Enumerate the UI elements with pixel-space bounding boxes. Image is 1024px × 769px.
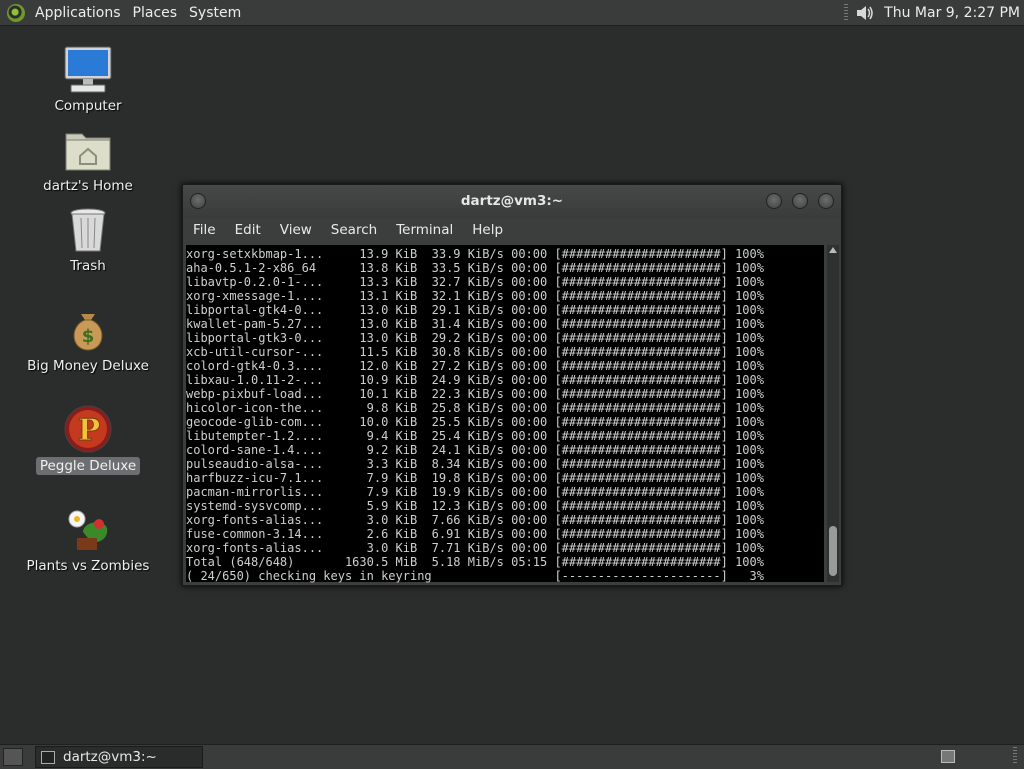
- taskbar-label: dartz@vm3:~: [63, 749, 157, 765]
- bottom-panel: dartz@vm3:~: [0, 744, 1024, 769]
- menu-search[interactable]: Search: [321, 222, 386, 238]
- menu-places[interactable]: Places: [129, 5, 186, 21]
- minimize-button[interactable]: [766, 193, 782, 209]
- terminal-scrollbar[interactable]: [827, 245, 839, 582]
- close-button[interactable]: [818, 193, 834, 209]
- trash-icon: [63, 204, 113, 254]
- terminal-output[interactable]: xorg-setxkbmap-1... 13.9 KiB 33.9 KiB/s …: [186, 245, 824, 583]
- home-folder-icon: [63, 124, 113, 174]
- terminal-line: libportal-gtk3-0... 13.0 KiB 29.2 KiB/s …: [186, 331, 764, 345]
- desktop-label-trash: Trash: [70, 258, 106, 274]
- scrollbar-thumb[interactable]: [829, 526, 837, 576]
- terminal-line: colord-sane-1.4.... 9.2 KiB 24.1 KiB/s 0…: [186, 443, 764, 457]
- terminal-line: hicolor-icon-the... 9.8 KiB 25.8 KiB/s 0…: [186, 401, 764, 415]
- desktop-label-peggle: Peggle Deluxe: [35, 457, 141, 475]
- panel-grip: [1013, 747, 1017, 765]
- clock[interactable]: Thu Mar 9, 2:27 PM: [884, 5, 1020, 21]
- terminal-line: harfbuzz-icu-7.1... 7.9 KiB 19.8 KiB/s 0…: [186, 471, 764, 485]
- menu-file[interactable]: File: [183, 222, 225, 238]
- terminal-line: fuse-common-3.14... 2.6 KiB 6.91 KiB/s 0…: [186, 527, 764, 541]
- menu-applications[interactable]: Applications: [31, 5, 129, 21]
- volume-icon[interactable]: [854, 3, 876, 23]
- menu-edit[interactable]: Edit: [225, 222, 270, 238]
- menu-help[interactable]: Help: [462, 222, 512, 238]
- gnome-foot-icon[interactable]: [7, 3, 25, 22]
- terminal-icon: [41, 750, 55, 764]
- svg-text:$: $: [82, 326, 95, 347]
- desktop-icon-peggle[interactable]: P Peggle Deluxe: [18, 404, 158, 475]
- terminal-menubar: File Edit View Search Terminal Help: [183, 217, 841, 243]
- desktop-icon-pvz[interactable]: Plants vs Zombies: [18, 504, 158, 575]
- panel-grip: [844, 3, 849, 22]
- terminal-line: libavtp-0.2.0-1-... 13.3 KiB 32.7 KiB/s …: [186, 275, 764, 289]
- terminal-line: xcb-util-cursor-... 11.5 KiB 30.8 KiB/s …: [186, 345, 764, 359]
- terminal-line: aha-0.5.1-2-x86_64 13.8 KiB 33.5 KiB/s 0…: [186, 261, 764, 275]
- desktop-icon-home[interactable]: dartz's Home: [18, 124, 158, 195]
- menu-terminal[interactable]: Terminal: [386, 222, 462, 238]
- top-panel: Applications Places System Thu Mar 9, 2:…: [0, 0, 1024, 26]
- terminal-line: pacman-mirrorlis... 7.9 KiB 19.9 KiB/s 0…: [186, 485, 764, 499]
- maximize-button[interactable]: [792, 193, 808, 209]
- menu-view[interactable]: View: [270, 222, 321, 238]
- scroll-up-arrow-icon[interactable]: [829, 247, 837, 253]
- desktop-label-big-money: Big Money Deluxe: [27, 358, 149, 374]
- terminal-line: xorg-setxkbmap-1... 13.9 KiB 33.9 KiB/s …: [186, 247, 764, 261]
- desktop-icon-big-money[interactable]: $ Big Money Deluxe: [18, 304, 158, 375]
- desktop-label-home: dartz's Home: [43, 178, 133, 194]
- taskbar-button-terminal[interactable]: dartz@vm3:~: [35, 746, 203, 768]
- desktop-icon-computer[interactable]: Computer: [18, 44, 158, 115]
- terminal-line: libportal-gtk4-0... 13.0 KiB 29.1 KiB/s …: [186, 303, 764, 317]
- peggle-icon: P: [63, 404, 113, 454]
- terminal-line: xorg-fonts-alias... 3.0 KiB 7.71 KiB/s 0…: [186, 541, 764, 555]
- window-titlebar[interactable]: dartz@vm3:~: [183, 185, 841, 217]
- terminal-line: systemd-sysvcomp... 5.9 KiB 12.3 KiB/s 0…: [186, 499, 764, 513]
- show-desktop-icon[interactable]: [3, 748, 23, 766]
- computer-icon: [63, 44, 113, 94]
- terminal-line: Total (648/648) 1630.5 MiB 5.18 MiB/s 05…: [186, 555, 764, 569]
- window-title: dartz@vm3:~: [460, 193, 564, 209]
- terminal-line: libutempter-1.2.... 9.4 KiB 25.4 KiB/s 0…: [186, 429, 764, 443]
- desktop-label-pvz: Plants vs Zombies: [26, 558, 150, 574]
- terminal-line: geocode-glib-com... 10.0 KiB 25.5 KiB/s …: [186, 415, 764, 429]
- terminal-line: ( 24/650) checking keys in keyring [----…: [186, 569, 764, 583]
- menu-system[interactable]: System: [185, 5, 249, 21]
- terminal-window: dartz@vm3:~ File Edit View Search Termin…: [182, 184, 842, 586]
- terminal-line: webp-pixbuf-load... 10.1 KiB 22.3 KiB/s …: [186, 387, 764, 401]
- terminal-line: kwallet-pam-5.27... 13.0 KiB 31.4 KiB/s …: [186, 317, 764, 331]
- terminal-line: xorg-xmessage-1.... 13.1 KiB 32.1 KiB/s …: [186, 289, 764, 303]
- desktop-label-computer: Computer: [54, 98, 122, 114]
- terminal-line: colord-gtk4-0.3.... 12.0 KiB 27.2 KiB/s …: [186, 359, 764, 373]
- desktop-icon-trash[interactable]: Trash: [18, 204, 158, 275]
- plants-vs-zombies-icon: [63, 504, 113, 554]
- terminal-line: libxau-1.0.11-2-... 10.9 KiB 24.9 KiB/s …: [186, 373, 764, 387]
- money-bag-icon: $: [63, 304, 113, 354]
- terminal-line: pulseaudio-alsa-... 3.3 KiB 8.34 KiB/s 0…: [186, 457, 764, 471]
- terminal-line: xorg-fonts-alias... 3.0 KiB 7.66 KiB/s 0…: [186, 513, 764, 527]
- workspace-switcher[interactable]: [941, 750, 955, 763]
- svg-text:P: P: [78, 413, 101, 448]
